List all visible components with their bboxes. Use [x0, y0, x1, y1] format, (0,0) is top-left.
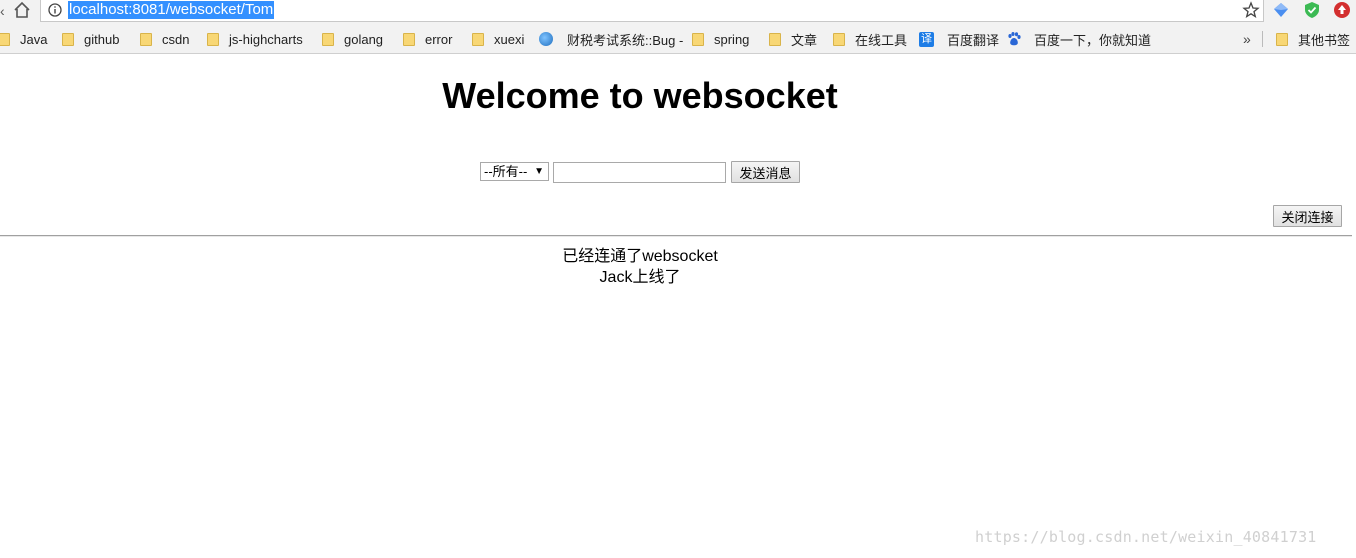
bookmarks-bar: Java github csdn js-highcharts golang er…	[0, 24, 1356, 54]
bookmark-label: github	[84, 31, 120, 47]
folder-icon	[207, 32, 219, 46]
bookmark-label: 其他书签	[1298, 32, 1351, 48]
bookmark-baidu[interactable]: 百度一下，你就知道	[1006, 24, 1151, 54]
extension-diamond-icon[interactable]	[1272, 1, 1290, 19]
bookmark-xuexi[interactable]: xuexi	[472, 24, 524, 54]
translate-icon: 译	[919, 31, 934, 47]
browser-toolbar: ‹ localhost:8081/websocket/Tom	[0, 0, 1356, 24]
folder-icon	[0, 32, 10, 46]
bookmark-label: js-highcharts	[229, 31, 303, 47]
bookmark-bug-system[interactable]: 财税考试系统::Bug -	[539, 24, 683, 54]
bookmark-label: csdn	[162, 31, 190, 47]
baidu-paw-icon	[1008, 32, 1021, 46]
message-input[interactable]	[553, 162, 726, 183]
dropdown-arrow-icon: ▼	[534, 166, 544, 177]
bookmark-star-icon[interactable]	[1242, 1, 1260, 19]
bookmark-online-tools[interactable]: 在线工具	[833, 24, 907, 54]
bookmark-label: Java	[20, 31, 48, 47]
folder-icon	[692, 32, 704, 46]
recipient-select-value: --所有--	[484, 164, 528, 179]
folder-icon	[62, 32, 74, 46]
folder-icon	[322, 32, 334, 46]
folder-icon	[403, 32, 415, 46]
stop-extension-icon[interactable]	[1333, 1, 1351, 19]
info-icon[interactable]	[48, 3, 62, 17]
home-icon[interactable]	[13, 1, 31, 19]
page-title: Welcome to websocket	[442, 75, 838, 116]
folder-icon	[1276, 32, 1288, 46]
back-icon[interactable]: ‹	[0, 3, 5, 19]
bookmark-baidu-translate[interactable]: 译百度翻译	[919, 24, 999, 54]
bookmark-label: 文章	[791, 32, 818, 48]
bookmark-java[interactable]: Java	[0, 24, 47, 54]
send-message-button[interactable]: 发送消息	[731, 161, 800, 183]
bookmark-csdn[interactable]: csdn	[140, 24, 189, 54]
bookmark-golang[interactable]: golang	[322, 24, 383, 54]
bookmarks-separator	[1262, 31, 1263, 47]
bookmark-github[interactable]: github	[62, 24, 119, 54]
url-text[interactable]: localhost:8081/websocket/Tom	[68, 1, 275, 19]
bookmark-label: error	[425, 31, 453, 47]
message-item: 已经连通了websocket	[562, 248, 718, 265]
folder-icon	[833, 32, 845, 46]
bookmark-label: 财税考试系统::Bug -	[567, 32, 684, 48]
bookmark-label: spring	[714, 31, 750, 47]
folder-icon	[472, 32, 484, 46]
message-log: 已经连通了websocket Jack上线了	[0, 246, 1280, 288]
folder-icon	[140, 32, 152, 46]
bookmark-label: 在线工具	[855, 32, 908, 48]
bookmark-articles[interactable]: 文章	[769, 24, 817, 54]
bookmark-other[interactable]: 其他书签	[1276, 24, 1350, 54]
close-connection-button[interactable]: 关闭连接	[1273, 205, 1342, 227]
shield-check-icon[interactable]	[1303, 1, 1321, 19]
horizontal-rule	[0, 235, 1352, 237]
bookmark-label: 百度翻译	[947, 32, 1000, 48]
message-item: Jack上线了	[599, 269, 681, 286]
bookmark-label: golang	[344, 31, 384, 47]
bookmark-spring[interactable]: spring	[692, 24, 749, 54]
folder-icon	[769, 32, 781, 46]
more-bookmarks-icon[interactable]: »	[1243, 24, 1251, 54]
recipient-select[interactable]: --所有-- ▼	[480, 162, 549, 181]
bookmark-js-highcharts[interactable]: js-highcharts	[207, 24, 303, 54]
globe-icon	[539, 32, 553, 46]
bookmark-error[interactable]: error	[403, 24, 452, 54]
bookmark-label: xuexi	[494, 31, 525, 47]
watermark: https://blog.csdn.net/weixin_40841731	[975, 528, 1317, 546]
address-bar[interactable]: localhost:8081/websocket/Tom	[40, 0, 1264, 22]
bookmark-label: 百度一下，你就知道	[1034, 32, 1152, 48]
